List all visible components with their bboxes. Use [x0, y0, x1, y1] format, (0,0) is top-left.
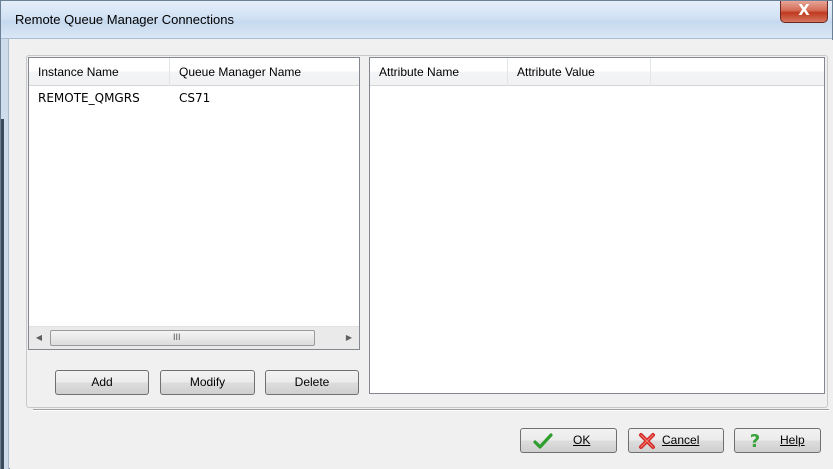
dialog-content: Instance Name Queue Manager Name REMOTE_… — [10, 40, 833, 469]
close-button[interactable]: X — [780, 1, 828, 23]
cancel-button[interactable]: Cancel — [628, 428, 724, 453]
horizontal-scrollbar[interactable]: ◀ III ▶ — [29, 326, 359, 349]
cancel-button-label: Cancel — [662, 433, 700, 447]
checkmark-icon — [533, 433, 553, 449]
help-button[interactable]: ? Help — [734, 428, 821, 453]
red-x-icon — [639, 433, 655, 449]
attributes-list-header: Attribute Name Attribute Value — [370, 58, 824, 86]
cell-queue-manager-name: CS71 — [179, 91, 211, 105]
add-button[interactable]: Add — [55, 370, 149, 395]
column-header-attribute-name[interactable]: Attribute Name — [370, 58, 508, 86]
instances-list-header: Instance Name Queue Manager Name — [29, 58, 359, 86]
separator-line — [33, 409, 829, 411]
question-mark-icon: ? — [750, 431, 760, 451]
ok-button[interactable]: OK — [520, 428, 617, 453]
scroll-right-arrow-icon[interactable]: ▶ — [340, 327, 358, 349]
delete-button[interactable]: Delete — [265, 370, 359, 395]
window-title: Remote Queue Manager Connections — [15, 12, 234, 27]
table-row[interactable]: REMOTE_QMGRS CS71 — [29, 87, 359, 109]
attributes-list[interactable]: Attribute Name Attribute Value — [369, 57, 825, 394]
svg-text:?: ? — [750, 431, 760, 451]
scroll-left-arrow-icon[interactable]: ◀ — [30, 327, 48, 349]
title-bar[interactable]: Remote Queue Manager Connections X — [1, 1, 832, 39]
close-icon: X — [798, 1, 810, 19]
modify-button[interactable]: Modify — [160, 370, 255, 395]
instances-list[interactable]: Instance Name Queue Manager Name REMOTE_… — [28, 57, 360, 350]
scrollbar-thumb[interactable]: III — [50, 330, 315, 346]
window-left-shadow — [1, 119, 4, 469]
column-header-attribute-value[interactable]: Attribute Value — [508, 58, 651, 86]
dialog-window: Remote Queue Manager Connections X Insta… — [0, 0, 833, 469]
scrollbar-grip: III — [173, 332, 181, 342]
help-button-label: Help — [780, 433, 805, 447]
column-header-instance-name[interactable]: Instance Name — [29, 58, 170, 86]
ok-button-label: OK — [573, 433, 591, 447]
cell-instance-name: REMOTE_QMGRS — [38, 91, 140, 105]
column-header-queue-manager-name[interactable]: Queue Manager Name — [170, 58, 359, 86]
